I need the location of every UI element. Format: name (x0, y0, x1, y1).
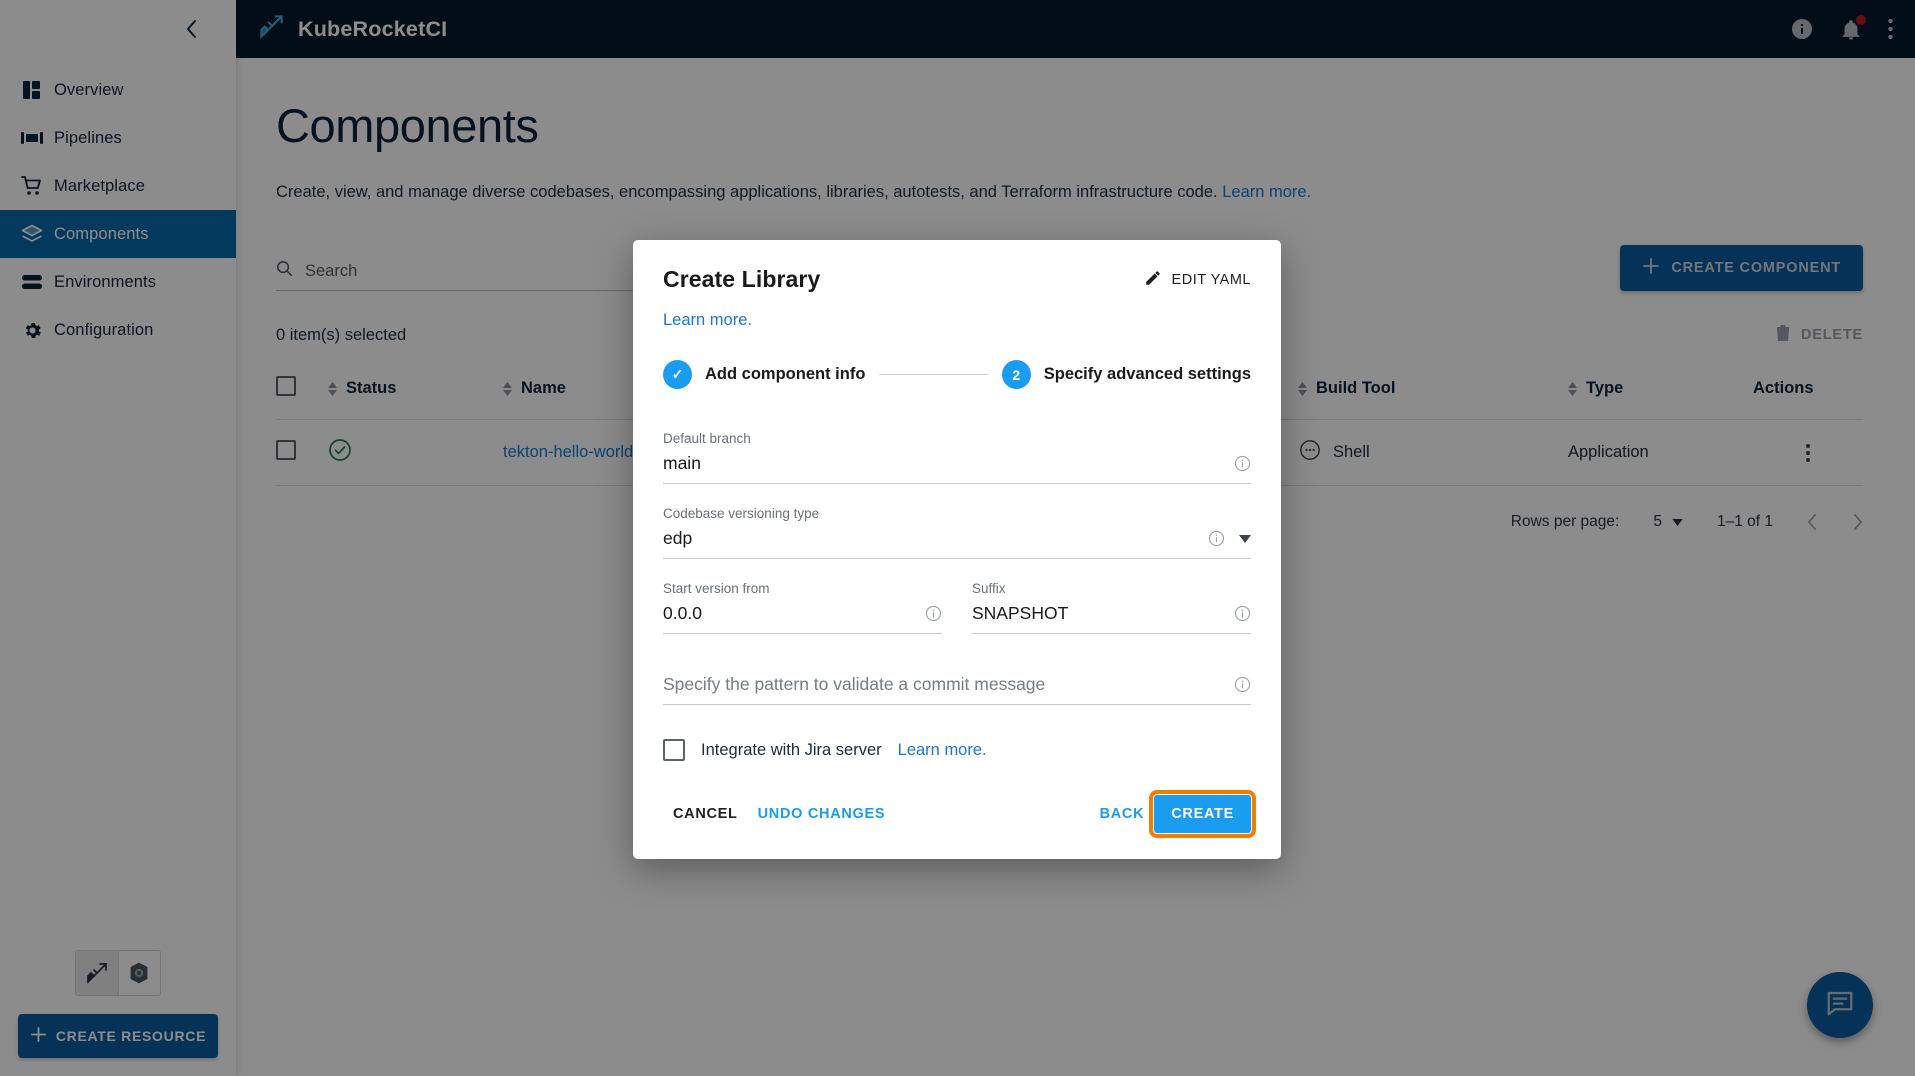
info-icon[interactable] (1234, 676, 1251, 693)
field-commit-pattern-placeholder: Specify the pattern to validate a commit… (663, 674, 1226, 695)
info-icon[interactable] (1208, 530, 1225, 547)
dialog-footer: CANCEL UNDO CHANGES BACK CREATE (633, 761, 1281, 859)
field-default-branch-value: main (663, 453, 1226, 474)
step-specify-advanced-settings[interactable]: 2 Specify advanced settings (1002, 360, 1251, 389)
back-button[interactable]: BACK (1090, 797, 1155, 831)
jira-integration-label: Integrate with Jira server (701, 741, 882, 760)
field-commit-pattern-control[interactable]: Specify the pattern to validate a commit… (663, 674, 1251, 705)
field-start-version-from: Start version from 0.0.0 (663, 581, 942, 634)
edit-yaml-button[interactable]: EDIT YAML (1144, 269, 1251, 291)
step-badge: 2 (1002, 360, 1031, 389)
create-button[interactable]: CREATE (1154, 795, 1251, 833)
field-versioning-type-label: Codebase versioning type (663, 506, 1251, 521)
field-codebase-versioning-type: Codebase versioning type edp (663, 506, 1251, 559)
chevron-down-icon[interactable] (1239, 535, 1251, 543)
field-versioning-type-control[interactable]: edp (663, 528, 1251, 559)
dialog-learn-more-link[interactable]: Learn more. (663, 311, 752, 329)
dialog-title: Create Library (663, 266, 820, 293)
dialog-stepper: ✓ Add component info 2 Specify advanced … (633, 330, 1281, 389)
cancel-button[interactable]: CANCEL (663, 797, 748, 831)
info-icon[interactable] (1234, 605, 1251, 622)
step-add-component-info[interactable]: ✓ Add component info (663, 360, 865, 389)
create-library-dialog: Create Library EDIT YAML Learn more. ✓ A… (633, 240, 1281, 859)
dialog-subtitle: Learn more. (633, 293, 1281, 330)
field-start-version-control[interactable]: 0.0.0 (663, 603, 942, 634)
field-default-branch: Default branch main (663, 431, 1251, 484)
pencil-icon (1144, 269, 1162, 291)
field-versioning-type-value: edp (663, 528, 1200, 549)
field-default-branch-label: Default branch (663, 431, 1251, 446)
dialog-body: Default branch main Codebase versioning … (633, 389, 1281, 761)
field-default-branch-control[interactable]: main (663, 453, 1251, 484)
step-connector (879, 374, 987, 375)
field-start-version-label: Start version from (663, 581, 942, 596)
field-row-version: Start version from 0.0.0 Suffix SNAPSHOT (663, 559, 1251, 634)
jira-integration-checkbox[interactable] (663, 739, 685, 761)
field-commit-message-pattern: Specify the pattern to validate a commit… (663, 674, 1251, 705)
field-suffix-label: Suffix (972, 581, 1251, 596)
dialog-header: Create Library EDIT YAML (633, 240, 1281, 293)
edit-yaml-label: EDIT YAML (1172, 272, 1251, 288)
jira-learn-more-link[interactable]: Learn more. (898, 741, 987, 760)
step-label: Add component info (705, 365, 865, 384)
field-suffix-value: SNAPSHOT (972, 603, 1226, 624)
app-root: Overview Pipelines Marketplace (0, 0, 1915, 1076)
jira-integration-row: Integrate with Jira server Learn more. (663, 739, 1251, 761)
field-suffix: Suffix SNAPSHOT (972, 581, 1251, 634)
step-badge: ✓ (663, 360, 692, 389)
info-icon[interactable] (925, 605, 942, 622)
step-label: Specify advanced settings (1044, 365, 1251, 384)
field-start-version-value: 0.0.0 (663, 603, 917, 624)
field-suffix-control[interactable]: SNAPSHOT (972, 603, 1251, 634)
info-icon[interactable] (1234, 455, 1251, 472)
undo-changes-button[interactable]: UNDO CHANGES (748, 797, 896, 831)
